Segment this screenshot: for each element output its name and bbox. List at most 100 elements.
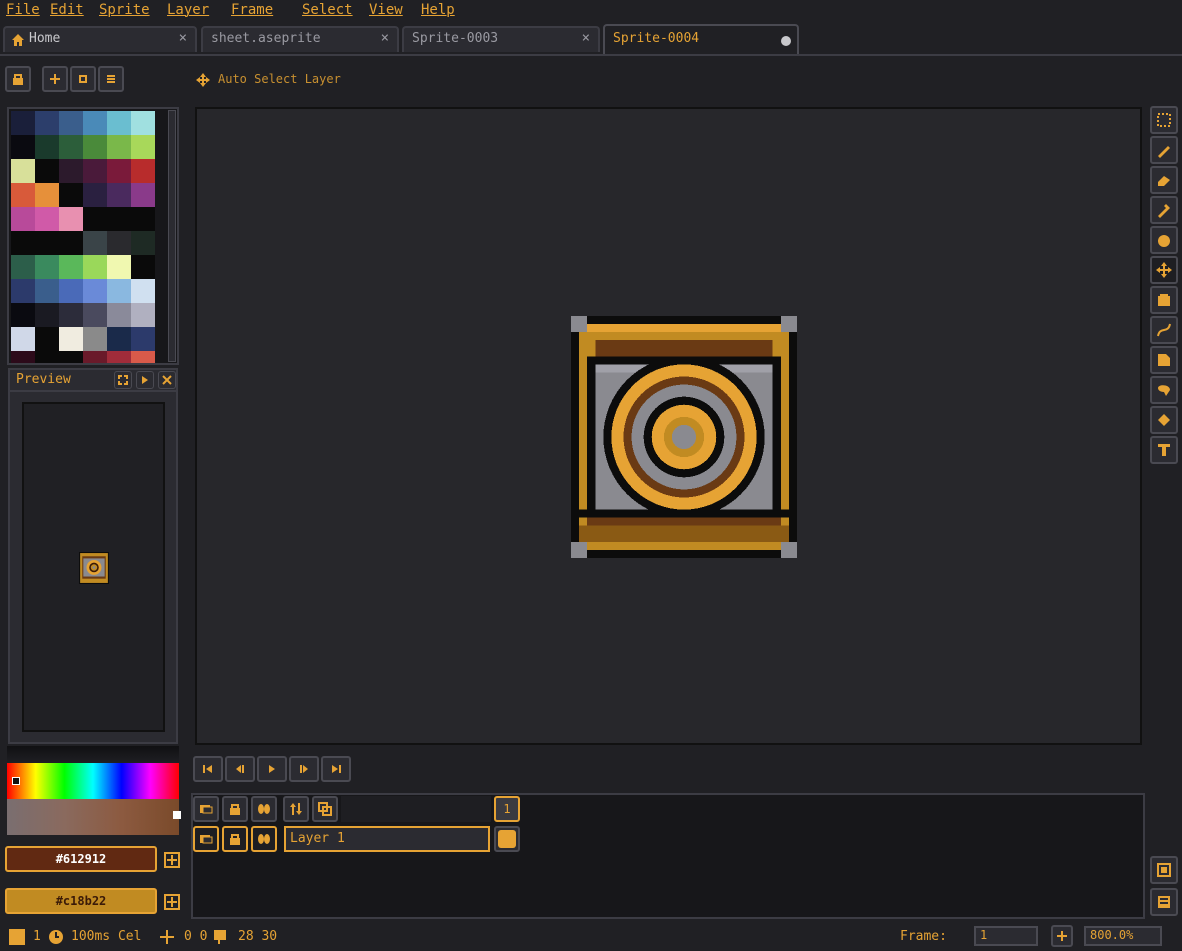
add-icon[interactable] <box>162 892 182 912</box>
editor-canvas[interactable] <box>195 107 1142 745</box>
menu-icon[interactable] <box>98 66 124 92</box>
palette-swatch[interactable] <box>11 303 35 327</box>
add-color-icon[interactable] <box>42 66 68 92</box>
pencil-tool-icon[interactable] <box>1150 136 1178 164</box>
layer-continuous-icon[interactable] <box>251 826 277 852</box>
eyedropper-tool-icon[interactable] <box>1150 196 1178 224</box>
palette-swatch[interactable] <box>107 279 131 303</box>
palette-swatch[interactable] <box>83 183 107 207</box>
layer-visibility-icon[interactable] <box>193 826 219 852</box>
previous-frame-icon[interactable] <box>225 756 255 782</box>
tab-sprite-0004[interactable]: Sprite-0004 <box>603 24 799 54</box>
move-tool-icon[interactable] <box>1150 256 1178 284</box>
last-frame-icon[interactable] <box>321 756 351 782</box>
palette-swatch[interactable] <box>83 207 107 231</box>
close-icon[interactable]: × <box>381 30 389 46</box>
palette-swatch[interactable] <box>35 327 59 351</box>
palette-swatch[interactable] <box>131 231 155 255</box>
palette-swatch[interactable] <box>59 303 83 327</box>
lock-icon[interactable] <box>5 66 31 92</box>
tab-sheet[interactable]: sheet.aseprite × <box>201 26 399 52</box>
rectangle-tool-icon[interactable] <box>1150 346 1178 374</box>
next-frame-icon[interactable] <box>289 756 319 782</box>
add-icon[interactable] <box>162 850 182 870</box>
palette-swatch[interactable] <box>35 111 59 135</box>
palette-swatch[interactable] <box>83 111 107 135</box>
palette-swatch[interactable] <box>11 231 35 255</box>
blur-tool-icon[interactable] <box>1150 406 1178 434</box>
palette-swatch[interactable] <box>11 183 35 207</box>
palette-swatch[interactable] <box>11 351 35 363</box>
cel-frame-1[interactable] <box>494 826 520 852</box>
frame-input[interactable]: 1 <box>974 926 1038 946</box>
layers-toggle-icon[interactable] <box>1150 888 1178 916</box>
play-icon[interactable] <box>257 756 287 782</box>
background-color-button[interactable]: #c18b22 <box>5 888 157 914</box>
palette-swatch[interactable] <box>59 159 83 183</box>
shade-cursor[interactable] <box>173 811 181 819</box>
add-frame-icon[interactable] <box>1051 925 1073 947</box>
palette-swatch[interactable] <box>131 183 155 207</box>
hand-tool-icon[interactable] <box>1150 226 1178 254</box>
palette-swatch[interactable] <box>131 303 155 327</box>
palette-swatch[interactable] <box>107 351 131 363</box>
palette-swatch[interactable] <box>59 327 83 351</box>
palette-swatch[interactable] <box>83 279 107 303</box>
fullscreen-icon[interactable] <box>114 371 132 389</box>
layer-lock-icon[interactable] <box>222 826 248 852</box>
palette-swatch[interactable] <box>35 303 59 327</box>
palette-swatch[interactable] <box>107 327 131 351</box>
palette-swatch[interactable] <box>83 327 107 351</box>
palette-swatch[interactable] <box>83 231 107 255</box>
visibility-header-icon[interactable] <box>193 796 219 822</box>
text-tool-icon[interactable] <box>1150 436 1178 464</box>
palette-swatch[interactable] <box>35 279 59 303</box>
spectrum-cursor[interactable] <box>12 777 20 785</box>
menu-frame[interactable]: Frame <box>231 2 273 18</box>
palette-swatch[interactable] <box>107 183 131 207</box>
play-icon[interactable] <box>136 371 154 389</box>
menu-edit[interactable]: Edit <box>50 2 84 18</box>
palette-swatch[interactable] <box>35 159 59 183</box>
zoom-input[interactable]: 800.0% <box>1084 926 1162 946</box>
palette-swatch[interactable] <box>11 207 35 231</box>
palette-swatch[interactable] <box>131 327 155 351</box>
palette-swatch[interactable] <box>11 327 35 351</box>
modified-dot-icon[interactable] <box>781 36 791 46</box>
curve-tool-icon[interactable] <box>1150 316 1178 344</box>
palette-swatch[interactable] <box>59 279 83 303</box>
palette-swatch[interactable] <box>59 111 83 135</box>
palette-swatch[interactable] <box>59 135 83 159</box>
menu-help[interactable]: Help <box>421 2 455 18</box>
palette-swatch[interactable] <box>11 135 35 159</box>
tab-home[interactable]: Home × <box>3 26 197 52</box>
palette-swatch[interactable] <box>35 183 59 207</box>
palette-swatch[interactable] <box>11 255 35 279</box>
palette-swatch[interactable] <box>131 255 155 279</box>
palette-swatch[interactable] <box>107 111 131 135</box>
palette-swatch[interactable] <box>35 207 59 231</box>
palette-swatch[interactable] <box>35 231 59 255</box>
palette-swatch[interactable] <box>83 351 107 363</box>
sort-icon[interactable] <box>283 796 309 822</box>
palette-swatch[interactable] <box>11 159 35 183</box>
marquee-tool-icon[interactable] <box>1150 106 1178 134</box>
palette-swatch[interactable] <box>35 255 59 279</box>
foreground-color-button[interactable]: #612912 <box>5 846 157 872</box>
preview-canvas[interactable] <box>22 402 165 732</box>
palette-swatch[interactable] <box>107 231 131 255</box>
close-icon[interactable]: × <box>582 30 590 46</box>
palette-swatch[interactable] <box>131 351 155 363</box>
palette-swatch[interactable] <box>59 255 83 279</box>
menu-sprite[interactable]: Sprite <box>99 2 150 18</box>
palette-options-icon[interactable] <box>70 66 96 92</box>
palette-swatch[interactable] <box>131 135 155 159</box>
timeline-toggle-icon[interactable] <box>1150 856 1178 884</box>
palette-swatch[interactable] <box>59 351 83 363</box>
palette-swatch[interactable] <box>59 231 83 255</box>
palette-scrollbar[interactable] <box>168 110 176 362</box>
fill-tool-icon[interactable] <box>1150 376 1178 404</box>
palette-swatch[interactable] <box>131 279 155 303</box>
palette-swatch[interactable] <box>35 135 59 159</box>
palette-swatch[interactable] <box>11 111 35 135</box>
